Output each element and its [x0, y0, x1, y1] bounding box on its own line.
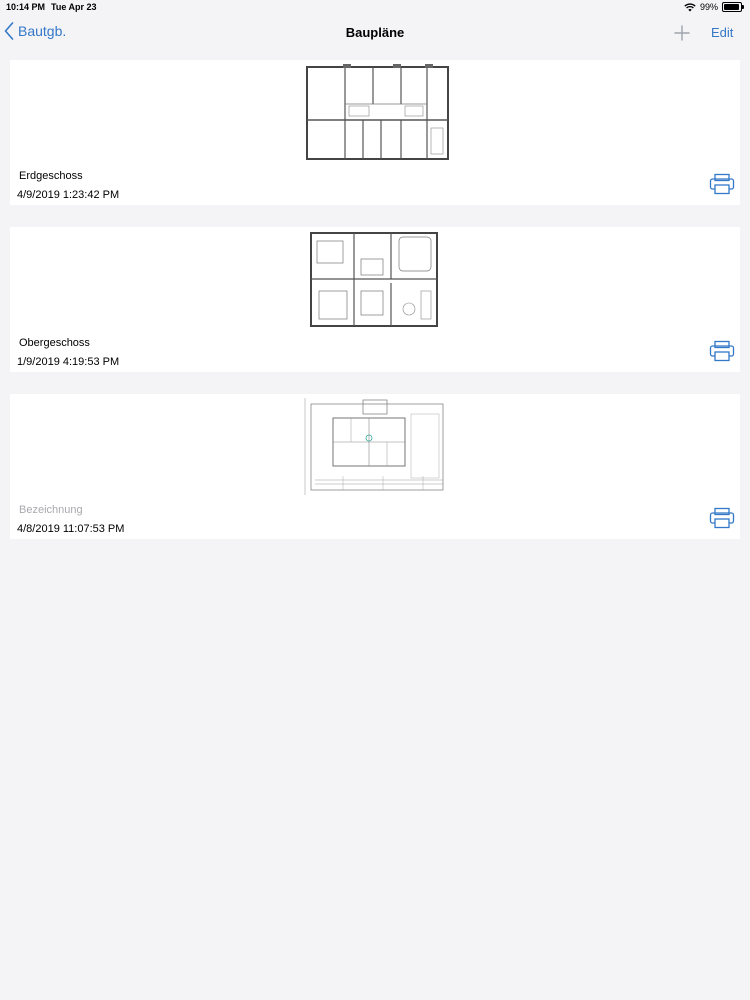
plan-date: 1/9/2019 4:19:53 PM	[17, 356, 120, 368]
plan-name: Erdgeschoss	[19, 170, 83, 182]
page-title: Baupläne	[345, 25, 405, 40]
wifi-icon	[684, 2, 696, 11]
plan-date: 4/8/2019 11:07:53 PM	[17, 523, 125, 535]
plan-card-bezeichnung[interactable]: Bezeichnung 4/8/2019 11:07:53 PM	[10, 394, 740, 539]
battery-percentage: 99%	[699, 2, 718, 12]
plan-name: Obergeschoss	[19, 337, 90, 349]
printer-icon[interactable]	[709, 340, 735, 362]
printer-icon[interactable]	[709, 173, 735, 195]
status-date: Tue Apr 23	[51, 2, 97, 12]
edit-button[interactable]: Edit	[711, 25, 733, 40]
floor-plan-thumbnail[interactable]	[303, 398, 448, 495]
status-bar: 10:14 PM Tue Apr 23 99%	[0, 0, 750, 16]
plan-name: Bezeichnung	[19, 504, 83, 516]
floor-plan-thumbnail[interactable]	[305, 64, 450, 161]
plan-card-obergeschoss[interactable]: Obergeschoss 1/9/2019 4:19:53 PM	[10, 227, 740, 372]
printer-icon[interactable]	[709, 507, 735, 529]
floor-plan-thumbnail[interactable]	[309, 231, 439, 328]
plan-card-erdgeschoss[interactable]: Erdgeschoss 4/9/2019 1:23:42 PM	[10, 60, 740, 205]
status-right: 99%	[684, 2, 744, 12]
navigation-bar: Bautgb. Baupläne Edit	[0, 16, 750, 52]
battery-icon	[722, 2, 744, 12]
status-time: 10:14 PM	[6, 2, 46, 12]
plan-date: 4/9/2019 1:23:42 PM	[17, 189, 120, 201]
plus-icon[interactable]	[673, 24, 691, 42]
